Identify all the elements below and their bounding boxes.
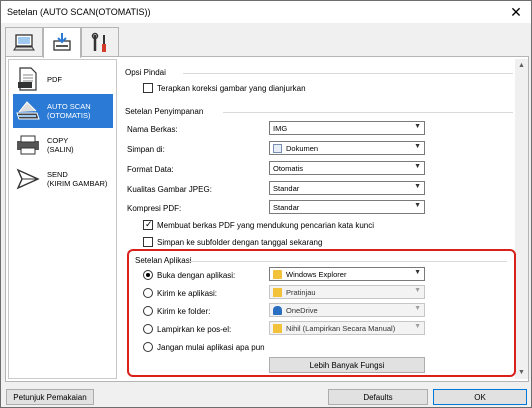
- keyword-pdf-checkbox[interactable]: [143, 219, 153, 230]
- sidebar-item-auto-scan[interactable]: AUTO SCAN (OTOMATIS): [13, 94, 113, 128]
- auto-correct-label: Terapkan koreksi gambar yang dianjurkan: [157, 84, 306, 93]
- auto-scan-icon: [13, 98, 43, 124]
- open-with-select[interactable]: Windows Explorer ▼: [269, 267, 425, 281]
- app-settings-title: Setelan Aplikasi: [135, 256, 192, 265]
- divider: [223, 112, 513, 113]
- chevron-down-icon: ▼: [414, 183, 421, 190]
- file-name-field[interactable]: IMG ▼: [269, 121, 425, 135]
- chevron-down-icon: ▼: [414, 202, 421, 209]
- scan-options-title: Opsi Pindai: [125, 68, 166, 77]
- title-bar: Setelan (AUTO SCAN(OTOMATIS)) ✕: [1, 1, 531, 23]
- onedrive-icon: [273, 305, 282, 315]
- jpeg-quality-value: Standar: [273, 183, 300, 193]
- file-name-label: Nama Berkas:: [127, 125, 178, 134]
- sidebar-item-pdf[interactable]: PDF: [13, 64, 113, 94]
- divider: [183, 73, 513, 74]
- attach-email-radio[interactable]: [143, 324, 153, 334]
- window-title: Setelan (AUTO SCAN(OTOMATIS)): [7, 7, 151, 17]
- send-to-app-select[interactable]: Pratinjau ▼: [269, 285, 425, 299]
- tab-general-settings[interactable]: [81, 27, 119, 57]
- chevron-down-icon: ▼: [414, 323, 421, 330]
- send-to-app-radio[interactable]: [143, 288, 153, 298]
- instructions-button[interactable]: Petunjuk Pemakaian: [6, 389, 94, 405]
- do-not-start-label: Jangan mulai aplikasi apa pun: [157, 343, 265, 352]
- scroll-down-icon[interactable]: ▼: [515, 366, 528, 379]
- send-to-folder-label: Kirim ke folder:: [157, 307, 211, 316]
- settings-content: Opsi Pindai Terapkan koreksi gambar yang…: [123, 59, 515, 379]
- printer-icon: [13, 132, 43, 158]
- tab-computer[interactable]: [5, 27, 43, 57]
- jpeg-quality-select[interactable]: Standar ▼: [269, 181, 425, 195]
- divider: [189, 261, 507, 262]
- subfolder-label: Simpan ke subfolder dengan tanggal sekar…: [157, 238, 323, 247]
- computer-icon: [13, 33, 35, 50]
- subfolder-checkbox[interactable]: [143, 237, 153, 247]
- open-with-label: Buka dengan aplikasi:: [157, 271, 236, 280]
- chevron-down-icon: ▼: [414, 123, 421, 130]
- data-format-value: Otomatis: [273, 163, 304, 173]
- preview-app-icon: [273, 287, 282, 297]
- open-with-value: Windows Explorer: [286, 269, 347, 279]
- open-with-radio[interactable]: [143, 270, 153, 280]
- scan-to-pc-icon: [53, 33, 71, 51]
- pdf-compression-select[interactable]: Standar ▼: [269, 200, 425, 214]
- save-settings-title: Setelan Penyimpanan: [125, 107, 204, 116]
- save-in-label: Simpan di:: [127, 145, 165, 154]
- vertical-scrollbar[interactable]: ▲ ▼: [515, 59, 528, 379]
- settings-dialog: Setelan (AUTO SCAN(OTOMATIS)) ✕ PDF AUTO…: [0, 0, 532, 408]
- send-to-app-label: Kirim ke aplikasi:: [157, 289, 218, 298]
- scroll-up-icon[interactable]: ▲: [515, 59, 528, 72]
- tab-bar: [1, 23, 531, 58]
- sidebar-item-label: AUTO SCAN (OTOMATIS): [47, 102, 91, 120]
- data-format-label: Format Data:: [127, 165, 174, 174]
- folder-icon: [273, 269, 282, 279]
- chevron-down-icon: ▼: [414, 269, 421, 276]
- send-arrow-icon: [13, 166, 43, 192]
- email-icon: [273, 323, 282, 333]
- pdf-compression-value: Standar: [273, 202, 300, 212]
- pdf-document-icon: [13, 66, 43, 92]
- attach-email-value: Nihil (Lampirkan Secara Manual): [286, 323, 396, 333]
- pdf-compression-label: Kompresi PDF:: [127, 204, 182, 213]
- send-to-folder-select[interactable]: OneDrive ▼: [269, 303, 425, 317]
- chevron-down-icon: ▼: [414, 287, 421, 294]
- save-in-select[interactable]: Dokumen ▼: [269, 141, 425, 155]
- close-icon[interactable]: ✕: [508, 4, 524, 20]
- scan-type-sidebar: PDF AUTO SCAN (OTOMATIS) COPY (SALIN) SE…: [8, 59, 117, 379]
- sidebar-item-label: PDF: [47, 74, 62, 84]
- do-not-start-radio[interactable]: [143, 342, 153, 352]
- save-in-value: Dokumen: [286, 143, 319, 153]
- data-format-select[interactable]: Otomatis ▼: [269, 161, 425, 175]
- sidebar-item-label: SEND (KIRIM GAMBAR): [47, 170, 108, 188]
- sidebar-item-copy[interactable]: COPY (SALIN): [13, 130, 113, 160]
- tools-icon: [91, 32, 106, 52]
- file-name-value: IMG: [273, 123, 288, 133]
- sidebar-item-label: COPY (SALIN): [47, 136, 74, 154]
- chevron-down-icon: ▼: [414, 305, 421, 312]
- ok-button[interactable]: OK: [433, 389, 527, 405]
- attach-email-label: Lampirkan ke pos-el:: [157, 325, 232, 334]
- attach-email-select[interactable]: Nihil (Lampirkan Secara Manual) ▼: [269, 321, 425, 335]
- auto-correct-checkbox[interactable]: [143, 83, 153, 93]
- jpeg-quality-label: Kualitas Gambar JPEG:: [127, 185, 212, 194]
- send-to-folder-radio[interactable]: [143, 306, 153, 316]
- send-to-app-value: Pratinjau: [286, 287, 316, 297]
- tab-scan-to-pc[interactable]: [43, 27, 81, 58]
- send-to-folder-value: OneDrive: [286, 305, 318, 315]
- more-functions-button[interactable]: Lebih Banyak Fungsi: [269, 357, 425, 373]
- sidebar-item-send[interactable]: SEND (KIRIM GAMBAR): [13, 162, 113, 196]
- chevron-down-icon: ▼: [414, 163, 421, 170]
- defaults-button[interactable]: Defaults: [328, 389, 428, 405]
- chevron-down-icon: ▼: [414, 143, 421, 150]
- documents-folder-icon: [273, 143, 282, 153]
- keyword-pdf-label: Membuat berkas PDF yang mendukung pencar…: [157, 221, 375, 230]
